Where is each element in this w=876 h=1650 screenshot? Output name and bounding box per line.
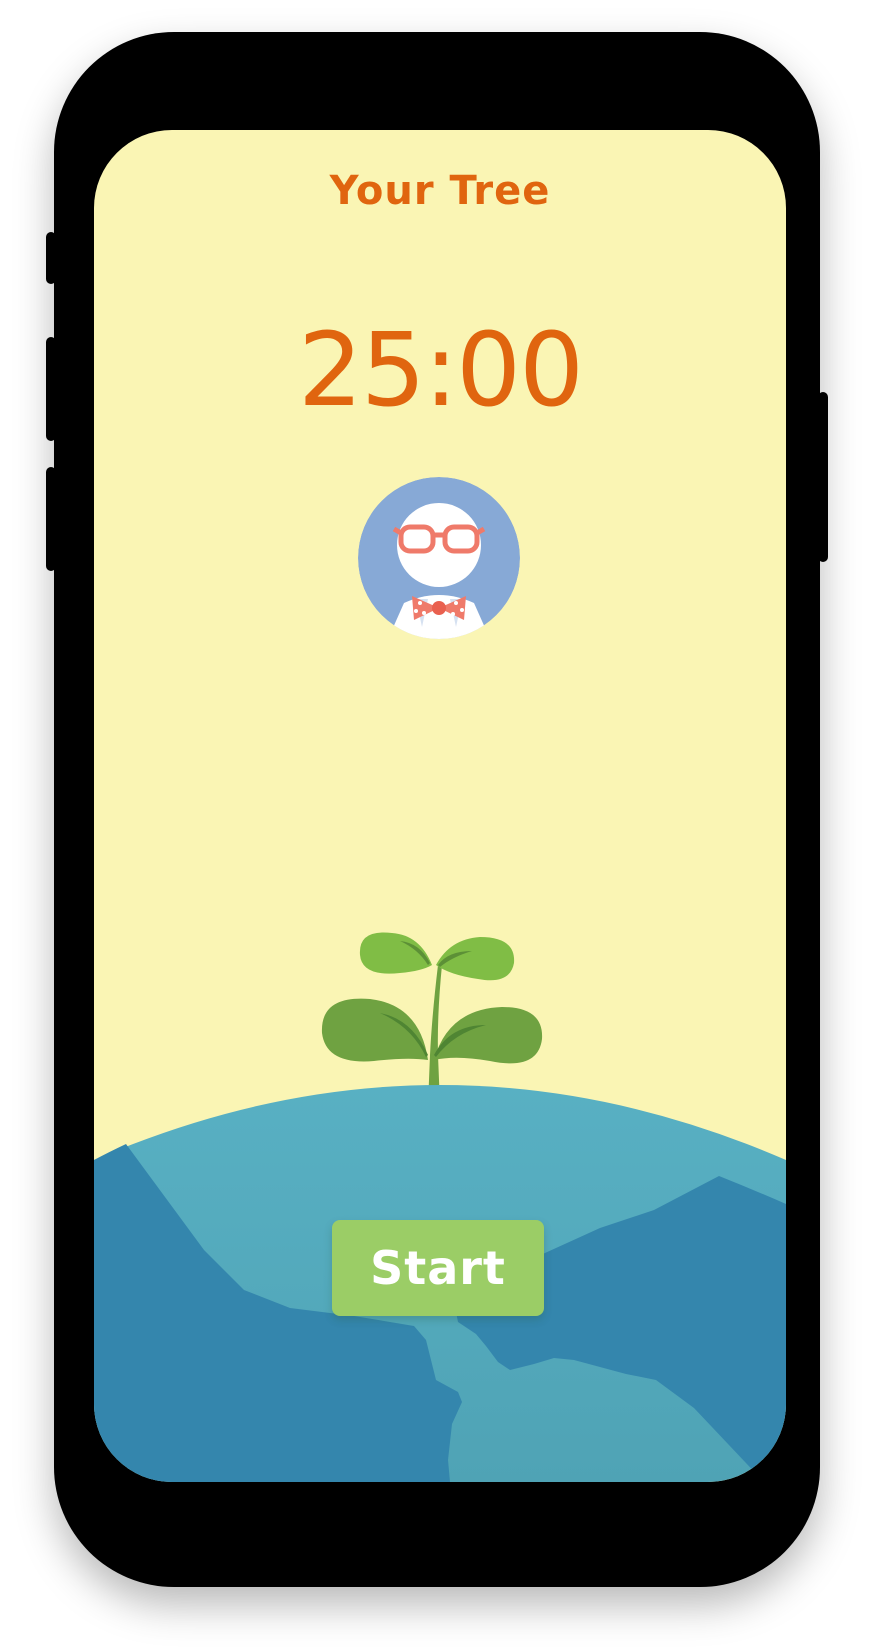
app-screen: Your Tree 25:00 Start xyxy=(94,130,786,1482)
start-button[interactable]: Start xyxy=(332,1220,544,1316)
sprout-icon xyxy=(320,895,560,1105)
volume-down-button xyxy=(46,467,56,571)
nerd-avatar-icon[interactable] xyxy=(358,477,520,639)
silent-switch xyxy=(46,232,56,284)
countdown-timer: 25:00 xyxy=(298,311,584,430)
volume-up-button xyxy=(46,337,56,441)
power-button xyxy=(818,392,828,562)
page-title: Your Tree xyxy=(329,168,551,214)
